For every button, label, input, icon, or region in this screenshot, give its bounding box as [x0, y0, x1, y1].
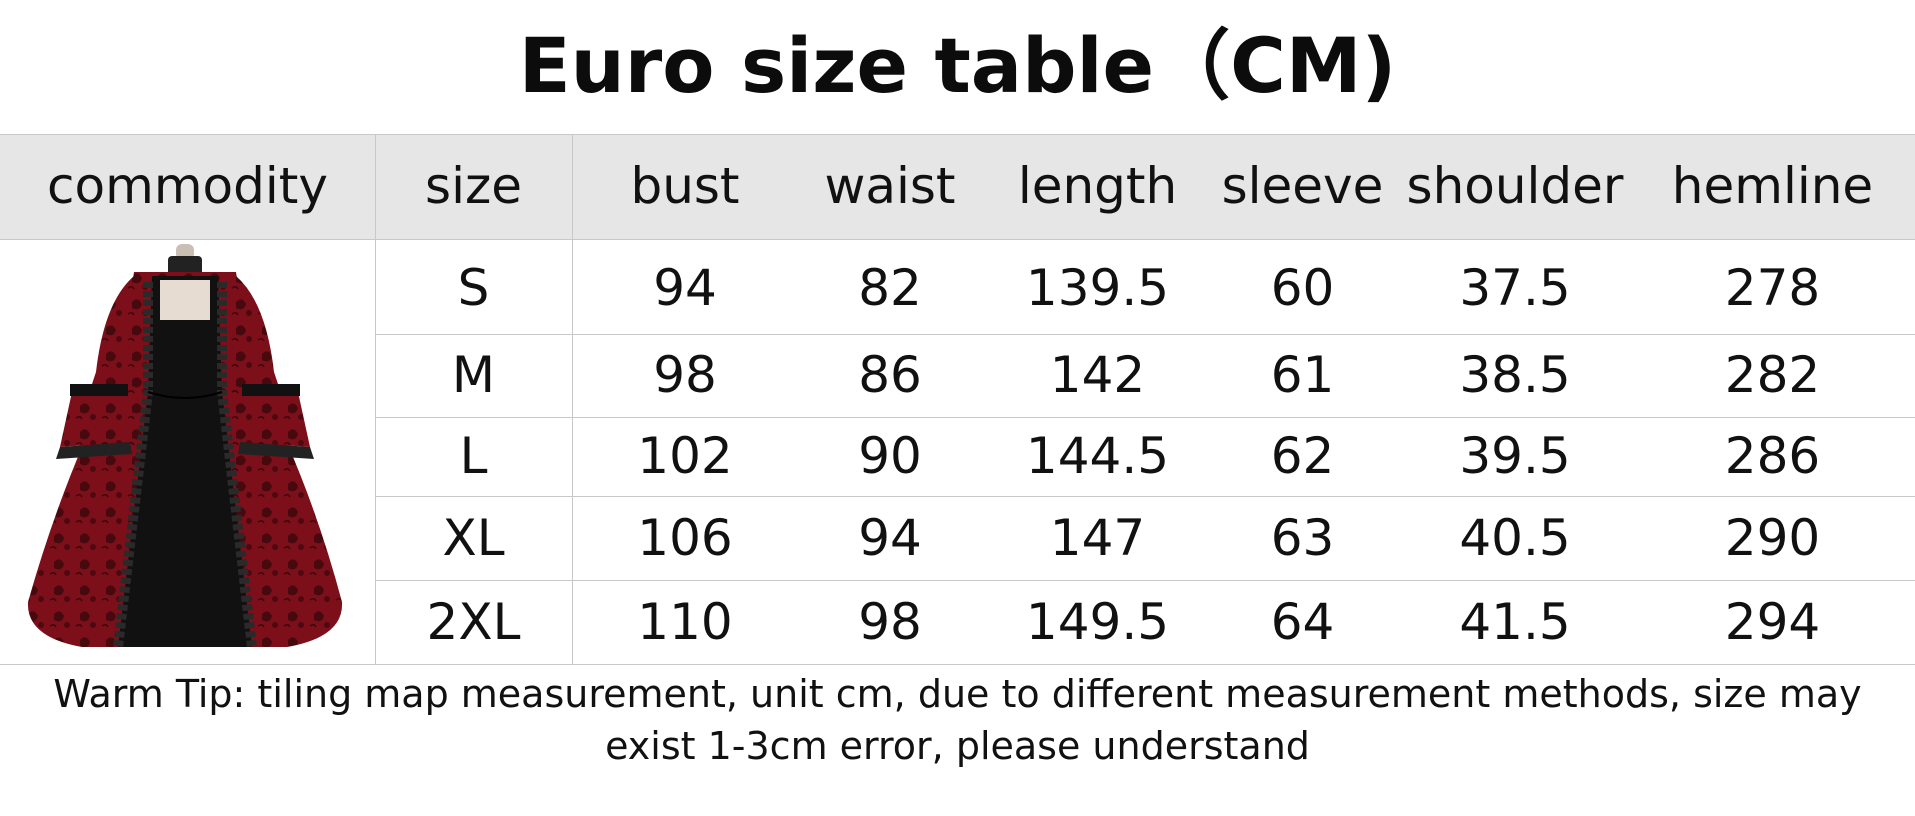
page-title: Euro size table（CM)	[518, 21, 1397, 110]
header-hemline: hemline	[1671, 157, 1874, 215]
cell-waist: 94	[858, 509, 922, 567]
cell-size: XL	[442, 509, 505, 567]
cell-size: L	[459, 427, 488, 485]
warm-tip-line-1: Warm Tip: tiling map measurement, unit c…	[53, 672, 1862, 716]
header-waist: waist	[824, 157, 956, 215]
cell-hemline: 286	[1724, 427, 1821, 485]
cell-waist: 98	[858, 593, 922, 651]
cell-hemline: 294	[1724, 593, 1821, 651]
cell-sleeve: 61	[1270, 346, 1335, 404]
cell-hemline: 290	[1724, 509, 1821, 567]
cell-sleeve: 60	[1270, 259, 1335, 317]
product-dress-image	[27, 244, 343, 648]
cell-size: M	[451, 346, 496, 404]
header-bust: bust	[630, 157, 740, 215]
cell-waist: 86	[858, 346, 922, 404]
cell-length: 139.5	[1025, 259, 1170, 317]
header-shoulder: shoulder	[1406, 157, 1624, 215]
cell-shoulder: 41.5	[1459, 593, 1571, 651]
header-length: length	[1017, 157, 1178, 215]
cell-length: 147	[1049, 509, 1146, 567]
cell-length: 144.5	[1025, 427, 1170, 485]
cell-shoulder: 40.5	[1459, 509, 1571, 567]
cell-size: S	[457, 259, 490, 317]
cell-length: 142	[1049, 346, 1146, 404]
cell-bust: 106	[637, 509, 733, 567]
cell-bust: 94	[653, 259, 717, 317]
cell-shoulder: 39.5	[1459, 427, 1571, 485]
cell-sleeve: 63	[1270, 509, 1335, 567]
grid-vline-size	[572, 134, 573, 664]
cell-sleeve: 62	[1270, 427, 1335, 485]
grid-hline-bottom	[0, 664, 1915, 665]
cell-sleeve: 64	[1270, 593, 1335, 651]
cell-bust: 98	[653, 346, 717, 404]
cell-hemline: 278	[1724, 259, 1821, 317]
header-size: size	[425, 157, 522, 215]
cell-hemline: 282	[1724, 346, 1821, 404]
cell-size: 2XL	[426, 593, 521, 651]
cell-length: 149.5	[1025, 593, 1170, 651]
cell-waist: 82	[858, 259, 922, 317]
cell-bust: 102	[637, 427, 733, 485]
header-sleeve: sleeve	[1221, 157, 1384, 215]
warm-tip: Warm Tip: tiling map measurement, unit c…	[40, 668, 1875, 772]
header-commodity: commodity	[47, 157, 328, 215]
cell-bust: 110	[637, 593, 733, 651]
warm-tip-line-2: exist 1-3cm error, please understand	[605, 724, 1310, 768]
cell-shoulder: 37.5	[1459, 259, 1571, 317]
cell-shoulder: 38.5	[1459, 346, 1571, 404]
cell-waist: 90	[858, 427, 922, 485]
